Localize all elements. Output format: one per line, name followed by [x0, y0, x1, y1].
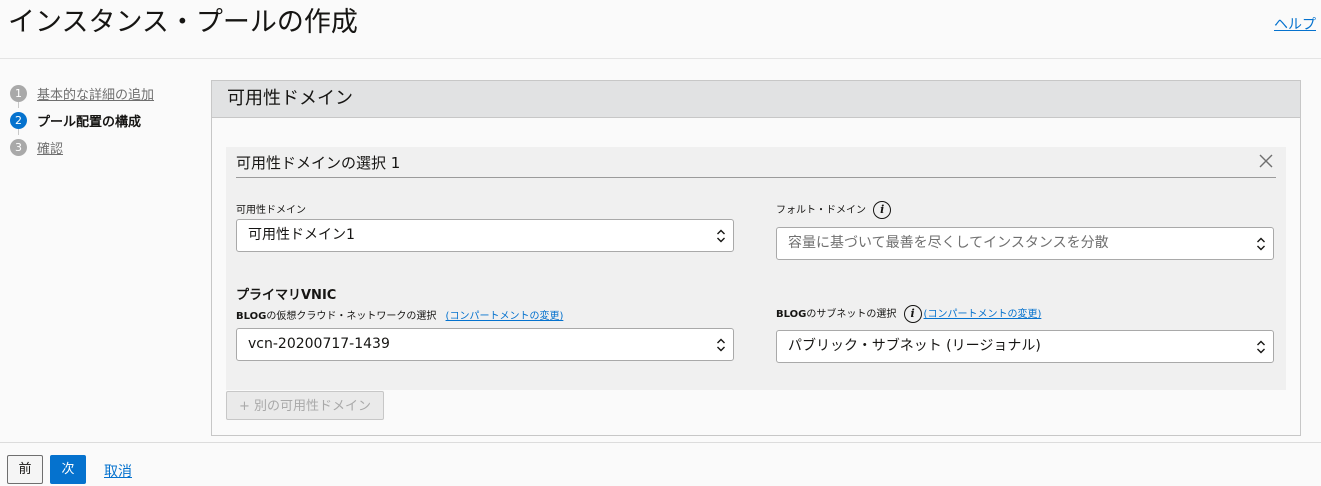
vcn-label-text: の仮想クラウド・ネットワークの選択 [266, 311, 437, 322]
close-icon[interactable] [1258, 153, 1274, 169]
cancel-link[interactable]: 取消 [104, 461, 132, 481]
subnet-select[interactable]: パブリック・サブネット (リージョナル) [776, 330, 1274, 363]
select-placeholder: 容量に基づいて最善を尽くしてインスタンスを分散 [788, 235, 1109, 251]
subnet-label-text: のサブネットの選択 [806, 309, 897, 320]
chevron-updown-icon [717, 338, 725, 352]
info-icon[interactable]: i [873, 201, 892, 219]
vcn-label: BLOGの仮想クラウド・ネットワークの選択 (コンパートメントの変更) [236, 307, 563, 322]
chevron-updown-icon [1257, 340, 1265, 354]
fault-domain-label: フォルト・ドメイン i [776, 201, 892, 219]
card-divider [236, 177, 1276, 178]
add-availability-domain-button[interactable]: + 別の可用性ドメイン [226, 391, 384, 420]
fault-domain-label-text: フォルト・ドメイン [776, 205, 866, 216]
compartment-name: BLOG [776, 309, 807, 320]
wizard-steps: 1 基本的な詳細の追加 2 プール配置の構成 3 確認 [10, 80, 154, 161]
page-header: インスタンス・プールの作成 ヘルプ [0, 0, 1321, 59]
step-number: 1 [10, 85, 27, 102]
fault-domain-select[interactable]: 容量に基づいて最善を尽くしてインスタンスを分散 [776, 227, 1274, 260]
select-value: パブリック・サブネット (リージョナル) [788, 338, 1041, 354]
info-icon[interactable]: i [903, 305, 922, 323]
vcn-select[interactable]: vcn-20200717-1439 [236, 328, 734, 361]
footer-divider [0, 442, 1321, 443]
panel-title: 可用性ドメイン [212, 81, 1300, 118]
help-link[interactable]: ヘルプ [1274, 14, 1316, 34]
step-number: 2 [10, 112, 27, 129]
availability-domain-card: 可用性ドメインの選択 1 可用性ドメイン 可用性ドメイン1 フォルト・ドメイン … [226, 147, 1286, 390]
page-title: インスタンス・プールの作成 [8, 7, 358, 38]
change-compartment-link[interactable]: (コンパートメントの変更) [924, 309, 1042, 320]
previous-button[interactable]: 前 [7, 455, 43, 484]
primary-vnic-title: プライマリVNIC [236, 288, 337, 303]
next-button[interactable]: 次 [50, 455, 86, 484]
select-value: vcn-20200717-1439 [248, 336, 390, 352]
step-label[interactable]: 確認 [37, 138, 63, 157]
subnet-label: BLOGのサブネットの選択 i (コンパートメントの変更) [776, 305, 1041, 323]
compartment-name: BLOG [236, 311, 267, 322]
step-basic-details[interactable]: 1 基本的な詳細の追加 [10, 80, 154, 107]
availability-domain-panel: 可用性ドメイン 可用性ドメインの選択 1 可用性ドメイン 可用性ドメイン1 フォ… [211, 80, 1301, 436]
step-pool-placement: 2 プール配置の構成 [10, 107, 154, 134]
step-review[interactable]: 3 確認 [10, 134, 154, 161]
step-label[interactable]: 基本的な詳細の追加 [37, 84, 154, 103]
change-compartment-link[interactable]: (コンパートメントの変更) [446, 311, 564, 322]
step-number: 3 [10, 139, 27, 156]
chevron-updown-icon [1257, 237, 1265, 251]
step-label: プール配置の構成 [37, 115, 142, 130]
availability-domain-label: 可用性ドメイン [236, 205, 306, 216]
card-title: 可用性ドメインの選択 1 [236, 154, 401, 172]
availability-domain-select[interactable]: 可用性ドメイン1 [236, 219, 734, 252]
chevron-updown-icon [717, 229, 725, 243]
select-value: 可用性ドメイン1 [248, 227, 355, 243]
